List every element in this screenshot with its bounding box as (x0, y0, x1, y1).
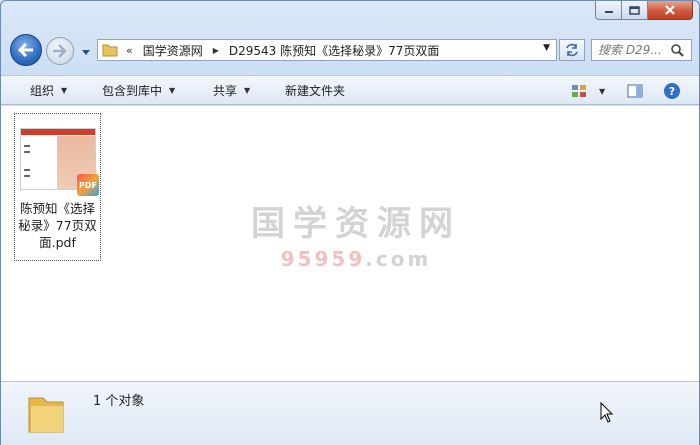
preview-pane-button[interactable] (625, 76, 645, 106)
view-grid-icon (572, 85, 586, 97)
help-button[interactable]: ? (661, 76, 683, 106)
close-icon (665, 5, 675, 15)
folder-icon (27, 388, 67, 436)
watermark-title: 国学资源网 (251, 204, 461, 244)
chevron-down-icon (82, 50, 90, 55)
include-in-library-menu[interactable]: 包含到库中 ▼ (100, 75, 177, 105)
preview-pane-icon (627, 84, 643, 98)
watermark-url-number: 95959 (280, 247, 366, 271)
forward-button[interactable] (46, 37, 74, 65)
address-row: « 国学资源网 ▶ D29543 陈预知《选择秘录》77页双面 ▼ (1, 31, 700, 71)
refresh-icon (566, 43, 578, 57)
explorer-window: « 国学资源网 ▶ D29543 陈预知《选择秘录》77页双面 ▼ 组织 ▼ 包… (0, 0, 700, 445)
share-label: 共享 (213, 83, 238, 98)
new-folder-button[interactable]: 新建文件夹 (283, 75, 347, 105)
chevron-down-icon: ▼ (599, 86, 606, 96)
chevron-down-icon: ▼ (169, 85, 176, 95)
caption-buttons (595, 1, 693, 20)
minimize-icon (604, 11, 613, 13)
search-box[interactable] (591, 39, 692, 61)
watermark: 国学资源网 95959.com (241, 196, 471, 271)
svg-text:?: ? (669, 85, 675, 98)
breadcrumb-segment-folder[interactable]: D29543 陈预知《选择秘录》77页双面 (229, 42, 440, 59)
organize-menu[interactable]: 组织 ▼ (28, 75, 69, 105)
maximize-icon (629, 5, 640, 15)
recent-pages-dropdown[interactable] (81, 46, 91, 60)
file-name-line: 陈预知《选择 (19, 201, 95, 216)
back-button[interactable] (10, 34, 42, 66)
search-input[interactable] (598, 43, 670, 57)
maximize-button[interactable] (622, 1, 648, 20)
breadcrumb-overflow[interactable]: « (126, 44, 133, 57)
watermark-url-domain: .com (365, 247, 432, 271)
share-menu[interactable]: 共享 ▼ (211, 75, 252, 105)
search-icon[interactable] (670, 43, 684, 57)
address-dropdown-icon[interactable]: ▼ (543, 43, 550, 53)
file-item[interactable]: PDF 陈预知《选择 秘录》77页双 面.pdf (14, 113, 101, 261)
minimize-button[interactable] (595, 1, 622, 20)
details-pane: 1 个对象 (1, 381, 699, 445)
include-in-library-label: 包含到库中 (102, 83, 163, 98)
help-icon: ? (664, 83, 680, 99)
breadcrumb-segment-site[interactable]: 国学资源网 (143, 42, 203, 59)
close-button[interactable] (648, 1, 693, 20)
item-count: 1 个对象 (93, 394, 145, 409)
file-list-area[interactable]: 国学资源网 95959.com PDF 陈预知《选择 秘录》77页双 面.pdf (1, 106, 699, 381)
chevron-down-icon: ▼ (244, 85, 251, 95)
new-folder-label: 新建文件夹 (285, 83, 346, 98)
refresh-button[interactable] (559, 39, 585, 61)
folder-icon (102, 43, 118, 57)
file-name-line: 面.pdf (39, 235, 76, 250)
address-bar[interactable]: « 国学资源网 ▶ D29543 陈预知《选择秘录》77页双面 ▼ (97, 39, 557, 61)
arrow-left-icon (17, 42, 33, 58)
breadcrumb-separator-icon[interactable]: ▶ (213, 46, 219, 55)
pdf-file-icon: PDF (77, 174, 99, 196)
chevron-down-icon: ▼ (61, 85, 68, 95)
watermark-url: 95959.com (241, 247, 471, 271)
organize-label: 组织 (30, 83, 55, 98)
arrow-right-icon (53, 44, 67, 58)
change-view-button[interactable]: ▼ (569, 76, 607, 106)
command-bar: 组织 ▼ 包含到库中 ▼ 共享 ▼ 新建文件夹 ▼ ? (1, 75, 699, 105)
mouse-cursor-icon (600, 401, 614, 427)
file-name: 陈预知《选择 秘录》77页双 面.pdf (15, 200, 100, 251)
file-name-line: 秘录》77页双 (18, 218, 97, 233)
